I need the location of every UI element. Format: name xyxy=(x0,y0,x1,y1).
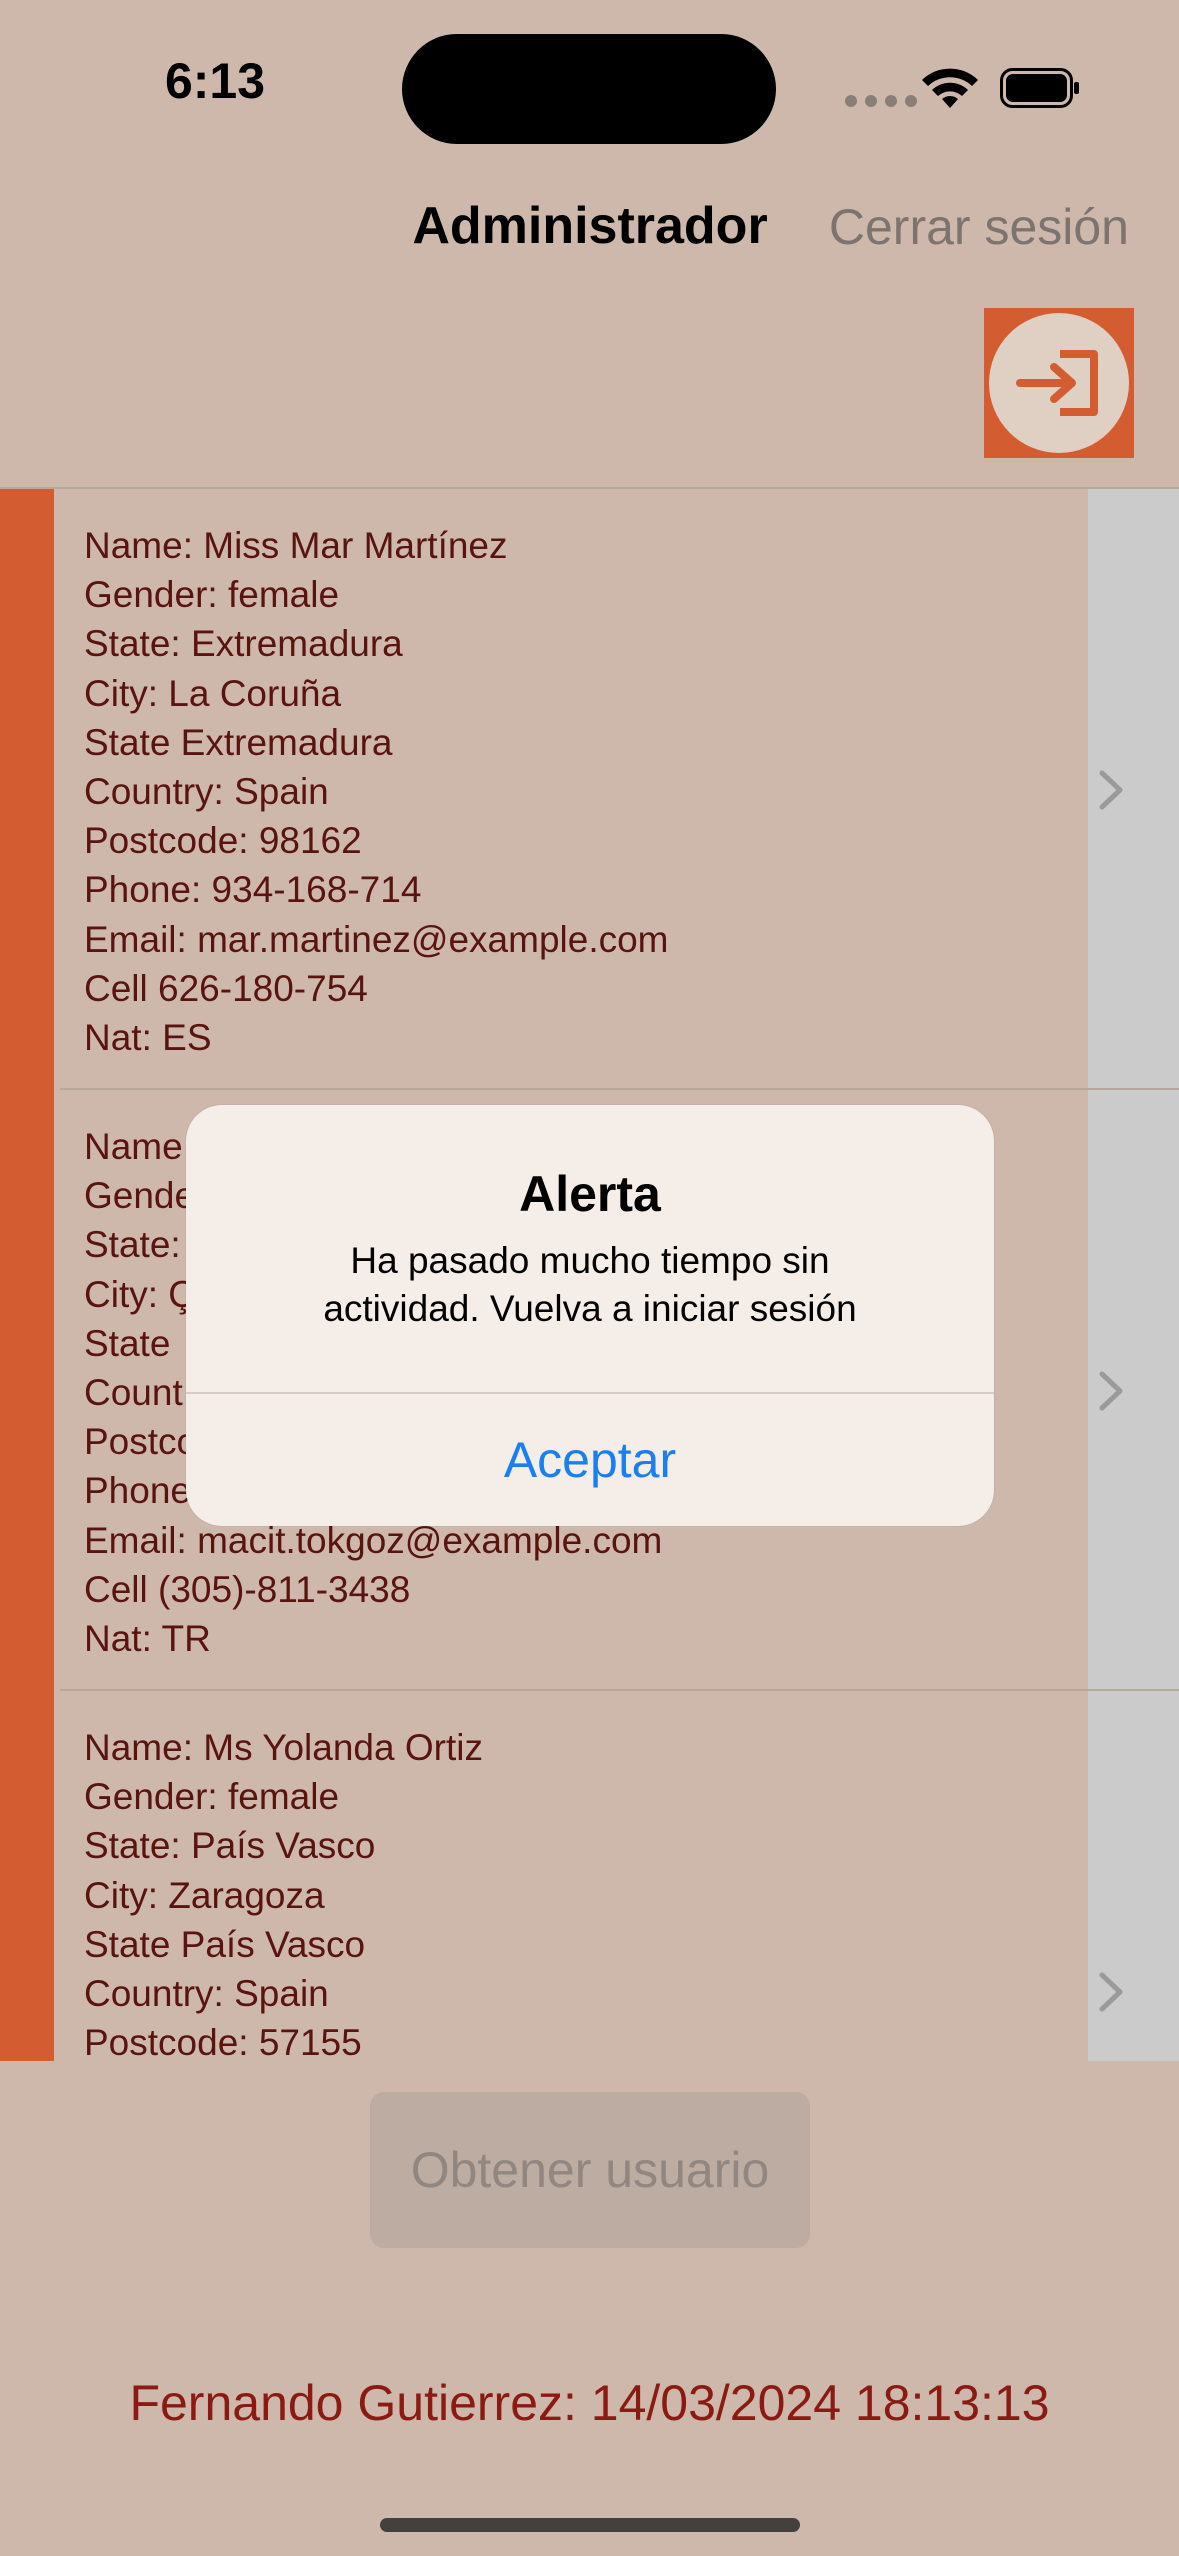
user-nat: Nat: ES xyxy=(84,1017,212,1059)
user-name: Name: Miss Mar Martínez xyxy=(84,525,508,566)
user-gender: Gender: female xyxy=(84,574,340,616)
battery-icon xyxy=(1000,68,1079,108)
user-name: Name: Ms Yolanda Ortiz xyxy=(84,1727,483,1768)
home-indicator[interactable] xyxy=(380,2518,800,2532)
alert-accept-button[interactable]: Aceptar xyxy=(186,1394,994,1526)
user-postcode: Postcode: 98162 xyxy=(84,820,362,862)
user-nat: Nat: TR xyxy=(84,1618,211,1660)
list-item[interactable]: Name: Ms Yolanda Ortiz Gender: female St… xyxy=(60,1691,1179,2061)
user-city: City: Zaragoza xyxy=(84,1874,325,1916)
user-state: State: Extremadura xyxy=(84,623,403,665)
dynamic-island xyxy=(402,34,776,144)
user-city: City: La Coruña xyxy=(84,672,342,714)
user-state-alt: State País Vasco xyxy=(84,1923,366,1965)
user-country: Country: Spain xyxy=(84,1973,329,2015)
user-cell: Cell 626-180-754 xyxy=(84,967,368,1009)
wifi-icon xyxy=(922,68,978,108)
list-accent-bar xyxy=(0,489,54,2061)
sign-in-icon xyxy=(1016,350,1098,416)
login-button[interactable] xyxy=(984,308,1134,458)
user-postcode: Postcode: 57155 xyxy=(84,2022,362,2061)
user-gender: Gender: female xyxy=(84,1776,340,1818)
get-user-button[interactable]: Obtener usuario xyxy=(370,2092,810,2248)
logout-button[interactable]: Cerrar sesión xyxy=(829,198,1129,256)
user-state-alt: State Extremadura xyxy=(84,721,393,763)
chevron-right-icon xyxy=(1099,1972,1123,2012)
user-email: Email: mar.martinez@example.com xyxy=(84,918,669,960)
user-cell: Cell (305)-811-3438 xyxy=(84,1568,411,1610)
user-state: State: País Vasco xyxy=(84,1825,376,1867)
alert-title: Alerta xyxy=(519,1166,661,1222)
alert-message: Ha pasado mucho tiempo sin actividad. Vu… xyxy=(323,1240,857,1329)
user-phone: Phone: 934-168-714 xyxy=(84,869,422,911)
cellular-signal-icon xyxy=(845,95,917,107)
user-country: Country: Spain xyxy=(84,771,329,813)
footer-user-timestamp: Fernando Gutierrez: 14/03/2024 18:13:13 xyxy=(129,2375,1050,2431)
list-item[interactable]: Name: Miss Mar Martínez Gender: female S… xyxy=(60,489,1179,1090)
chevron-right-icon xyxy=(1099,770,1123,810)
status-time: 6:13 xyxy=(164,53,266,109)
page-title: Administrador xyxy=(412,197,768,255)
alert-dialog: Alerta Ha pasado mucho tiempo sin activi… xyxy=(186,1105,994,1526)
chevron-right-icon xyxy=(1099,1371,1123,1411)
